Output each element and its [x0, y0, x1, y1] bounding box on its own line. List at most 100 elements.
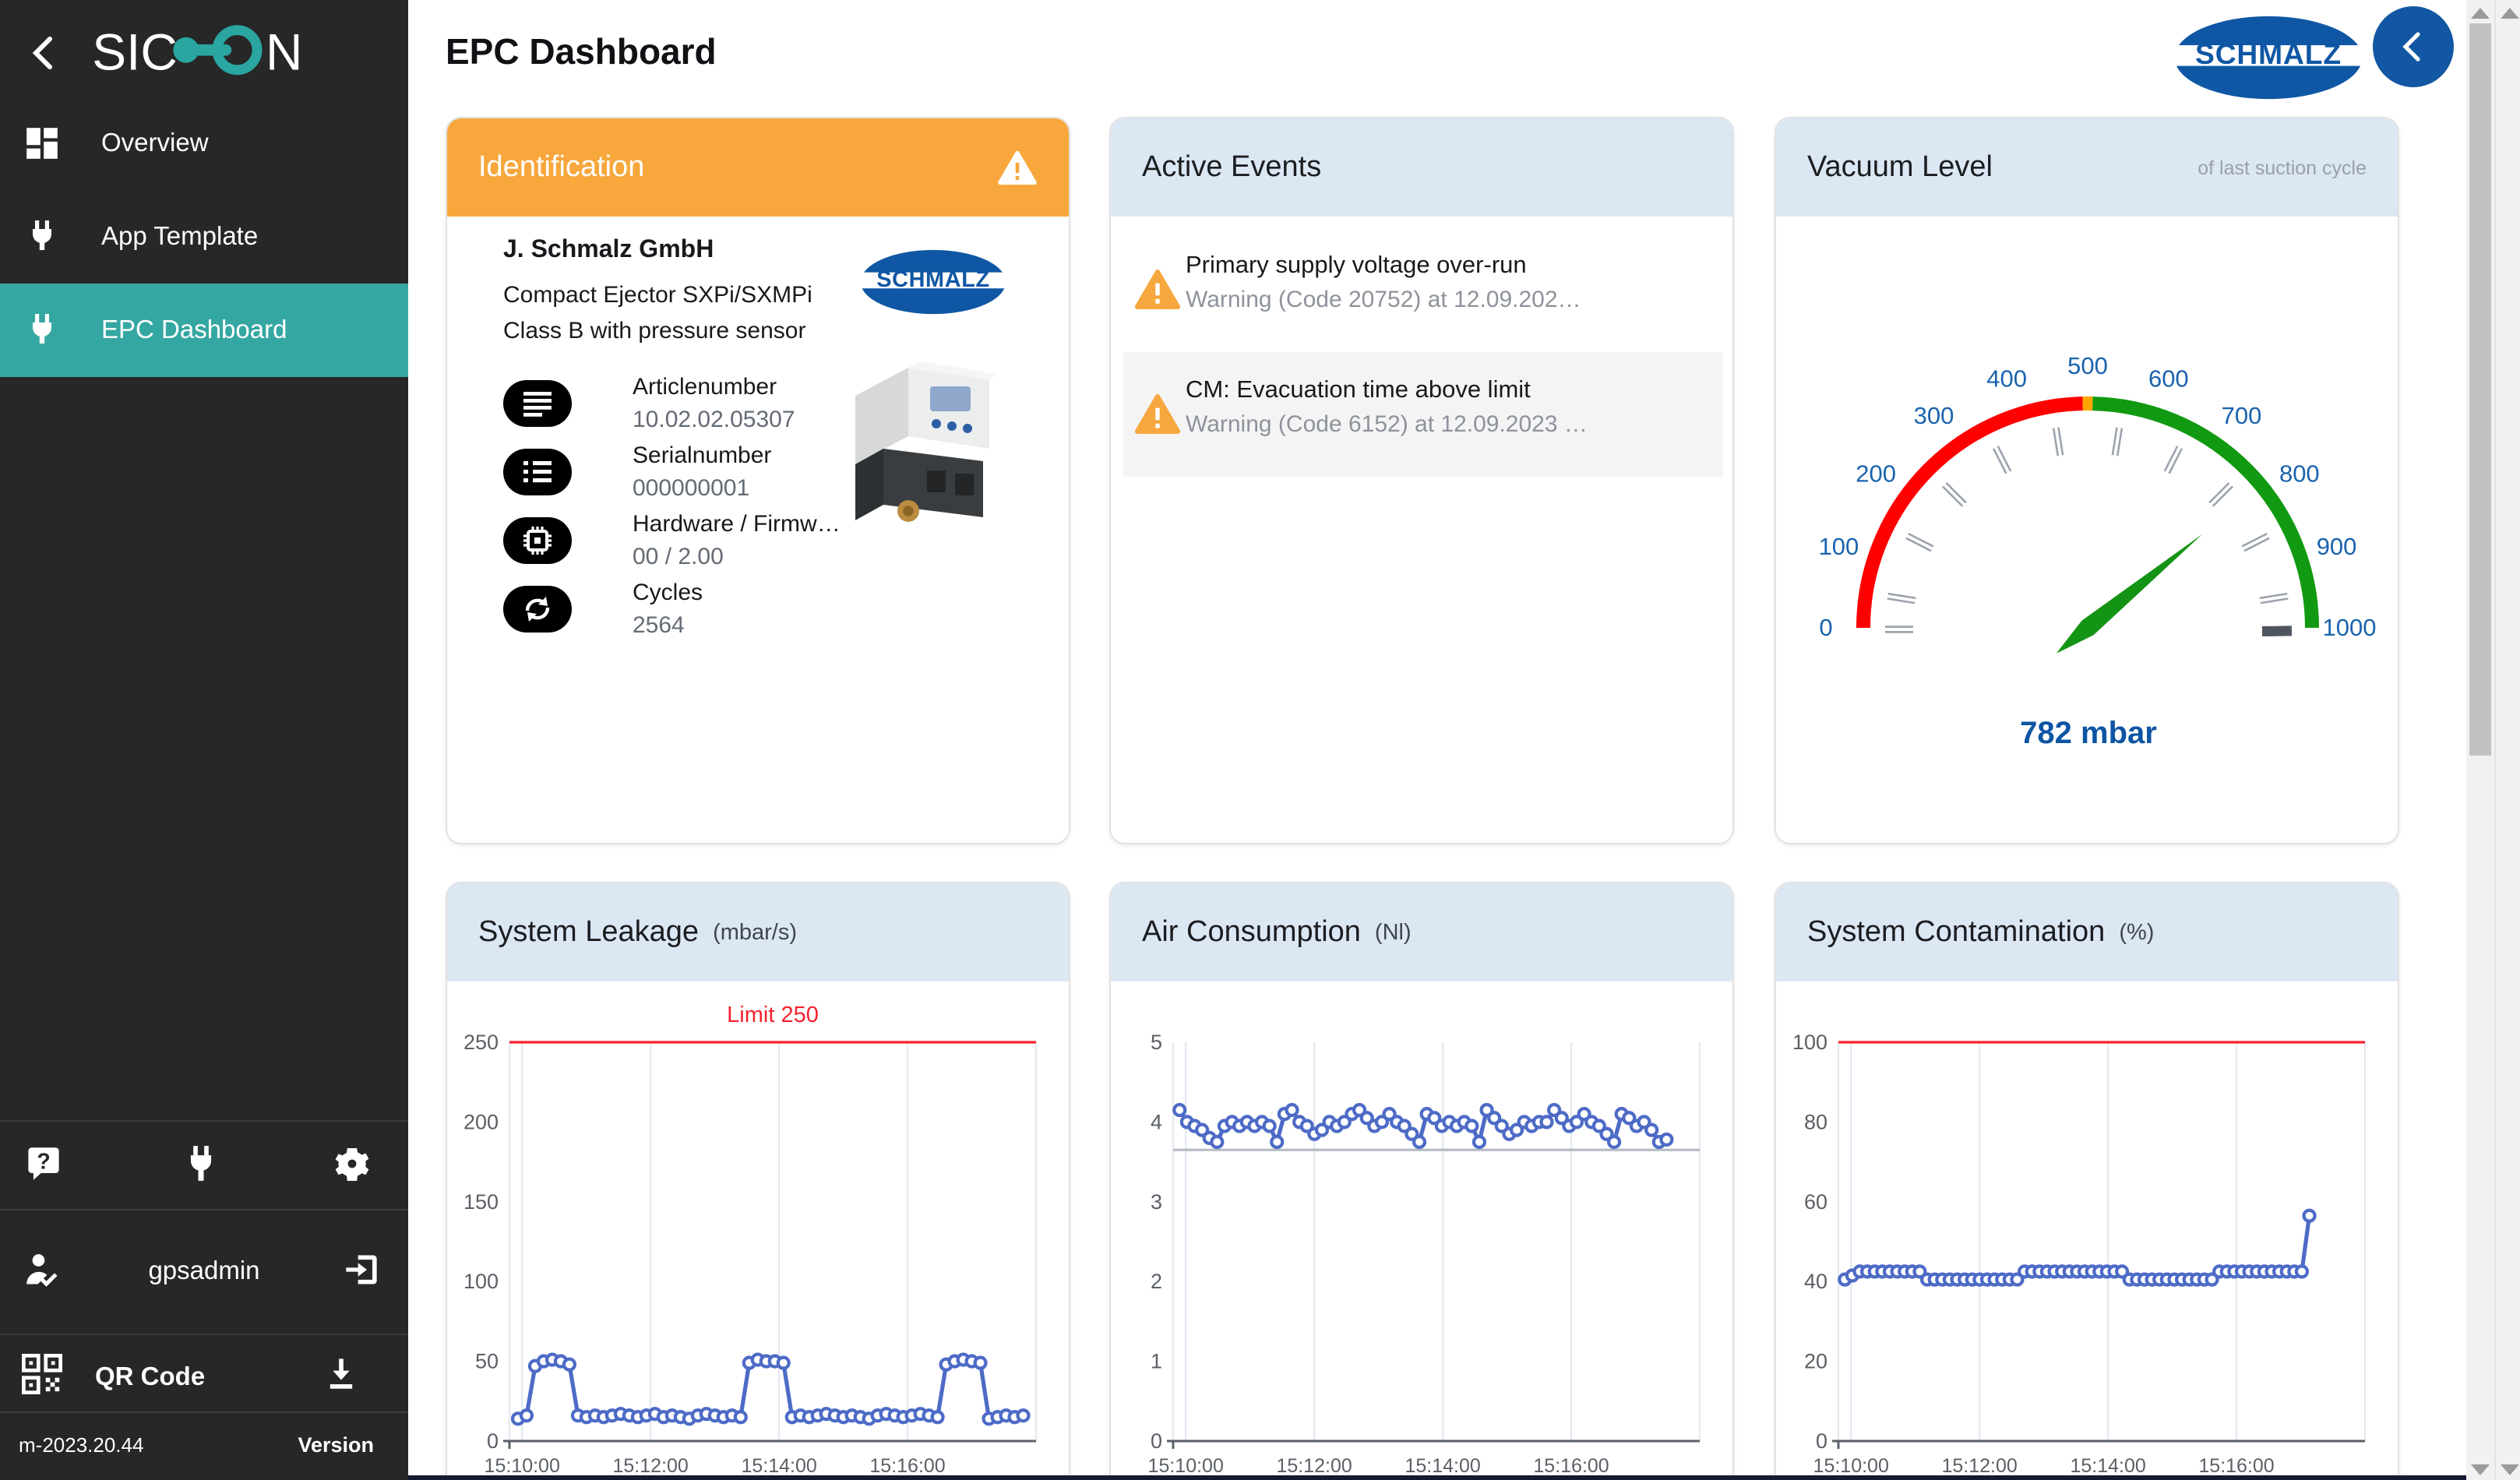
event-detail: Warning (Code 6152) at 12.09.2023 …: [1186, 411, 1588, 438]
svg-text:500: 500: [2067, 352, 2108, 379]
field-value: 2564: [633, 612, 685, 639]
scrollbar-up-arrow[interactable]: [2501, 8, 2519, 19]
download-button[interactable]: [322, 1355, 360, 1393]
card-title: System Contamination: [1807, 915, 2105, 950]
svg-text:15:14:00: 15:14:00: [2070, 1455, 2145, 1477]
schmalz-logo-small: SCHMALZ: [858, 246, 1008, 318]
sicon-logo-right: N: [266, 23, 302, 81]
panel-collapse-button[interactable]: [2373, 6, 2454, 87]
qr-code-label[interactable]: QR Code: [95, 1357, 205, 1397]
card-title: Vacuum Level: [1807, 150, 1993, 185]
scrollbar-down-arrow[interactable]: [2501, 1464, 2519, 1475]
sidebar-item-label: EPC Dashboard: [101, 284, 287, 377]
page-scrollbar[interactable]: [2494, 0, 2520, 1480]
warning-triangle-icon: [1134, 268, 1181, 310]
svg-text:200: 200: [463, 1110, 499, 1133]
air-consumption-card-header: Air Consumption (Nl): [1111, 883, 1732, 981]
vacuum-value: 782 mbar: [1776, 717, 2401, 752]
svg-text:15:12:00: 15:12:00: [613, 1455, 689, 1477]
svg-text:600: 600: [2148, 365, 2189, 392]
event-list-item[interactable]: CM: Evacuation time above limit Warning …: [1123, 352, 1723, 477]
chip-icon: [503, 517, 572, 564]
active-events-card-header: Active Events: [1111, 118, 1732, 217]
identification-card-header: Identification: [447, 118, 1069, 217]
field-label: Articlenumber: [633, 374, 777, 400]
svg-text:15:16:00: 15:16:00: [869, 1455, 945, 1477]
svg-text:3: 3: [1151, 1190, 1162, 1214]
event-title: Primary supply voltage over-run: [1186, 252, 1527, 280]
plug-icon: [25, 313, 59, 347]
svg-text:1000: 1000: [2323, 614, 2377, 641]
svg-text:15:14:00: 15:14:00: [1405, 1455, 1480, 1477]
sicon-logo-left: SIC: [92, 23, 178, 81]
content-scrollbar[interactable]: [2466, 0, 2494, 1480]
field-value: 10.02.02.05307: [633, 407, 795, 433]
field-label: Serialnumber: [633, 442, 771, 469]
plug-icon: [25, 220, 59, 254]
svg-text:15:12:00: 15:12:00: [1277, 1455, 1352, 1477]
svg-text:300: 300: [1914, 402, 1954, 429]
settings-gear-button[interactable]: [333, 1145, 371, 1182]
sidebar-item-app-template[interactable]: App Template: [0, 190, 408, 284]
identification-card: Identification J. Schmalz GmbH Compact E…: [446, 117, 1070, 844]
svg-text:20: 20: [1804, 1350, 1827, 1373]
svg-text:4: 4: [1151, 1110, 1162, 1133]
device-plug-button[interactable]: [182, 1145, 220, 1182]
help-button[interactable]: ?: [25, 1145, 62, 1182]
svg-text:15:10:00: 15:10:00: [1813, 1455, 1889, 1477]
system-leakage-card: System Leakage (mbar/s) Limit 2500501001…: [446, 882, 1070, 1480]
schmalz-logo-text: SCHMALZ: [2195, 37, 2342, 70]
sidebar-collapse-icon[interactable]: [25, 31, 62, 75]
card-unit: (Nl): [1375, 920, 1412, 945]
svg-text:40: 40: [1804, 1270, 1827, 1293]
scrollbar-thumb[interactable]: [2469, 23, 2491, 756]
svg-text:400: 400: [1986, 365, 2027, 392]
field-hardware-firmware: Hardware / Firmw… 00 / 2.00: [503, 514, 1002, 576]
svg-text:15:16:00: 15:16:00: [2198, 1455, 2274, 1477]
schmalz-logo: SCHMALZ: [2172, 12, 2365, 103]
svg-text:100: 100: [1792, 1031, 1827, 1054]
scrollbar-up-arrow[interactable]: [2471, 8, 2490, 19]
sidebar-item-epc-dashboard[interactable]: EPC Dashboard: [0, 284, 408, 377]
logout-button[interactable]: [343, 1251, 380, 1288]
svg-text:5: 5: [1151, 1031, 1162, 1054]
card-unit: (%): [2119, 920, 2154, 945]
svg-text:15:10:00: 15:10:00: [1148, 1455, 1224, 1477]
app-root: SIC N Overview App Template EPC Dashboar: [0, 0, 2520, 1480]
system-contamination-card-header: System Contamination (%): [1776, 883, 2398, 981]
divider: [0, 1411, 408, 1413]
field-value: 000000001: [633, 475, 749, 502]
divider: [0, 1120, 408, 1122]
svg-text:15:12:00: 15:12:00: [1942, 1455, 2018, 1477]
card-title: Air Consumption: [1142, 915, 1361, 950]
divider: [0, 1334, 408, 1335]
svg-text:15:16:00: 15:16:00: [1533, 1455, 1609, 1477]
active-events-card: Active Events Primary supply voltage ove…: [1109, 117, 1734, 844]
event-detail: Warning (Code 20752) at 12.09.202…: [1186, 287, 1581, 313]
svg-text:100: 100: [463, 1270, 499, 1293]
svg-text:250: 250: [463, 1031, 499, 1054]
event-title: CM: Evacuation time above limit: [1186, 377, 1531, 405]
card-title: Active Events: [1142, 150, 1321, 185]
article-icon: [503, 380, 572, 427]
svg-text:150: 150: [463, 1190, 499, 1214]
version-label: Version: [298, 1433, 374, 1457]
svg-text:1: 1: [1151, 1350, 1162, 1373]
svg-text:?: ?: [37, 1150, 50, 1175]
warning-triangle-icon: [1134, 393, 1181, 435]
svg-text:0: 0: [1816, 1429, 1827, 1453]
card-title: Identification: [478, 150, 644, 185]
field-serialnumber: Serialnumber 000000001: [503, 446, 1002, 508]
sidebar-item-overview[interactable]: Overview: [0, 97, 408, 190]
svg-text:900: 900: [2317, 533, 2357, 560]
warning-icon: [997, 150, 1038, 185]
card-title: System Leakage: [478, 915, 699, 950]
field-label: Hardware / Firmw…: [633, 511, 841, 537]
scrollbar-down-arrow[interactable]: [2471, 1464, 2490, 1475]
event-list-item[interactable]: Primary supply voltage over-run Warning …: [1111, 227, 1736, 352]
product-description-line2: Class B with pressure sensor: [503, 313, 812, 349]
svg-text:15:14:00: 15:14:00: [741, 1455, 816, 1477]
svg-text:80: 80: [1804, 1110, 1827, 1133]
bottom-edge-strip: [408, 1475, 2466, 1480]
svg-text:60: 60: [1804, 1190, 1827, 1214]
